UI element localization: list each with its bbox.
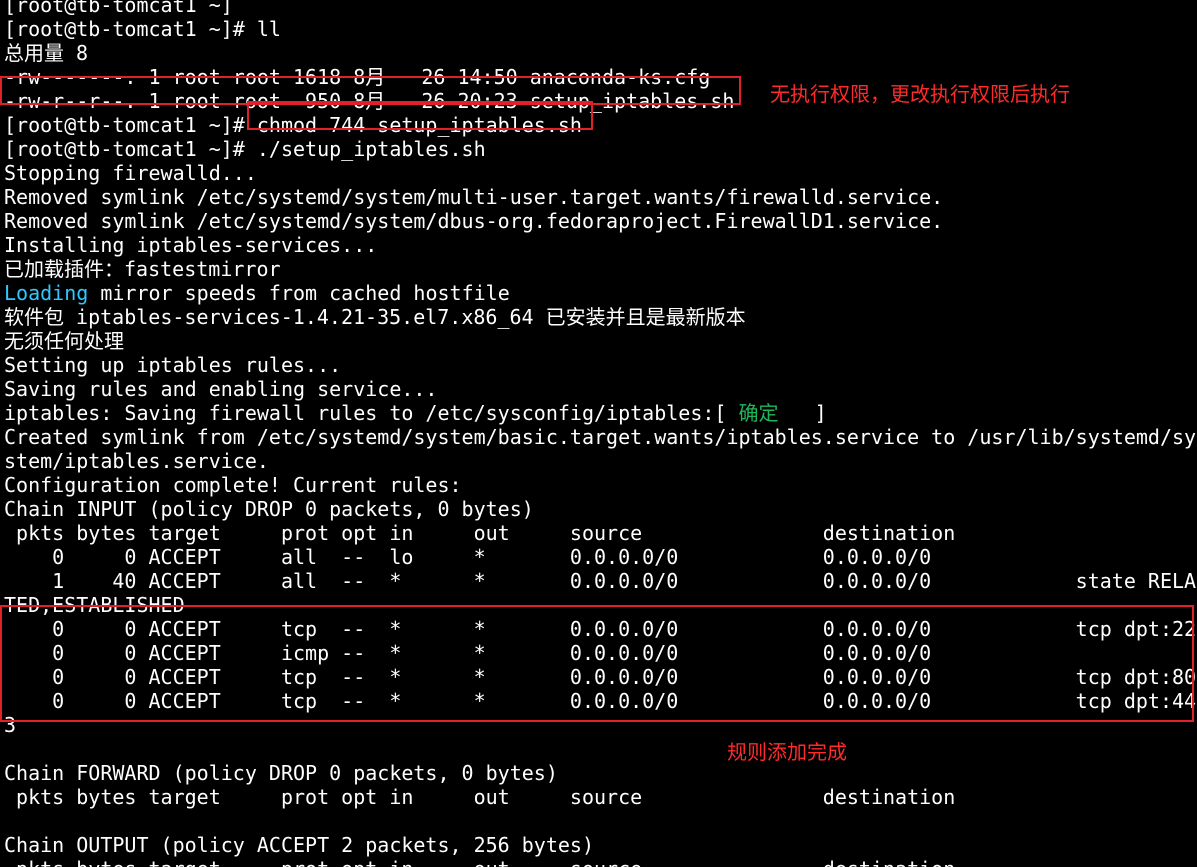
status-close: ] <box>778 401 827 425</box>
terminal-line: TED,ESTABLISHED <box>4 593 185 617</box>
terminal-line: -rw-------. 1 root root 1618 8月 26 14:50… <box>4 65 711 89</box>
terminal-line: 0 0 ACCEPT icmp -- * * 0.0.0.0/0 0.0.0.0… <box>4 641 932 665</box>
terminal-line: Setting up iptables rules... <box>4 353 342 377</box>
terminal-window[interactable]: [root@tb-tomcat1 ~] [root@tb-tomcat1 ~]#… <box>0 0 1197 867</box>
loading-rest: mirror speeds from cached hostfile <box>100 281 510 305</box>
terminal-line: Chain INPUT (policy DROP 0 packets, 0 by… <box>4 497 534 521</box>
terminal-line: pkts bytes target prot opt in out source… <box>4 521 956 545</box>
terminal-line: Chain OUTPUT (policy ACCEPT 2 packets, 2… <box>4 833 595 857</box>
terminal-line: 3 <box>4 713 17 737</box>
terminal-line: 总用量 8 <box>4 41 89 65</box>
terminal-line: Created symlink from /etc/systemd/system… <box>4 425 1197 449</box>
terminal-line: Removed symlink /etc/systemd/system/mult… <box>4 185 944 209</box>
annotation-rules-added: 规则添加完成 <box>727 740 847 764</box>
terminal-line: pkts bytes target prot opt in out source… <box>4 785 956 809</box>
terminal-line: Removed symlink /etc/systemd/system/dbus… <box>4 209 944 233</box>
terminal-line: Stopping firewalld... <box>4 161 257 185</box>
terminal-line: 已加载插件：fastestmirror <box>4 257 281 281</box>
annotation-no-permission: 无执行权限，更改执行权限后执行 <box>770 82 1070 106</box>
terminal-line: [root@tb-tomcat1 ~]# ./setup_iptables.sh <box>4 137 486 161</box>
terminal-line: [root@tb-tomcat1 ~]# ll <box>4 17 281 41</box>
status-ok: 确定 <box>738 401 779 425</box>
save-rules-text: iptables: Saving firewall rules to /etc/… <box>4 401 739 425</box>
terminal-line: 0 0 ACCEPT tcp -- * * 0.0.0.0/0 0.0.0.0/… <box>4 665 1197 689</box>
terminal-line: Chain FORWARD (policy DROP 0 packets, 0 … <box>4 761 558 785</box>
terminal-line: Installing iptables-services... <box>4 233 378 257</box>
terminal-line: [root@tb-tomcat1 ~] <box>4 0 233 17</box>
terminal-line: 0 0 ACCEPT tcp -- * * 0.0.0.0/0 0.0.0.0/… <box>4 617 1197 641</box>
terminal-line-loading: Loading mirror speeds from cached hostfi… <box>4 281 510 305</box>
terminal-line: -rw-r--r--. 1 root root 950 8月 26 20:23 … <box>4 89 735 113</box>
terminal-line: pkts bytes target prot opt in out source… <box>4 857 955 867</box>
terminal-line-save-status: iptables: Saving firewall rules to /etc/… <box>4 401 827 425</box>
terminal-line: 无须任何处理 <box>4 329 124 353</box>
loading-word: Loading <box>4 281 89 305</box>
terminal-line: 1 40 ACCEPT all -- * * 0.0.0.0/0 0.0.0.0… <box>4 569 1197 593</box>
terminal-line: Saving rules and enabling service... <box>4 377 438 401</box>
terminal-line: stem/iptables.service. <box>4 449 269 473</box>
terminal-line: 0 0 ACCEPT all -- lo * 0.0.0.0/0 0.0.0.0… <box>4 545 932 569</box>
terminal-line: 软件包 iptables-services-1.4.21-35.el7.x86_… <box>4 305 746 329</box>
terminal-line: [root@tb-tomcat1 ~]# chmod 744 setup_ipt… <box>4 113 582 137</box>
terminal-line: Configuration complete! Current rules: <box>4 473 462 497</box>
terminal-line: 0 0 ACCEPT tcp -- * * 0.0.0.0/0 0.0.0.0/… <box>4 689 1197 713</box>
